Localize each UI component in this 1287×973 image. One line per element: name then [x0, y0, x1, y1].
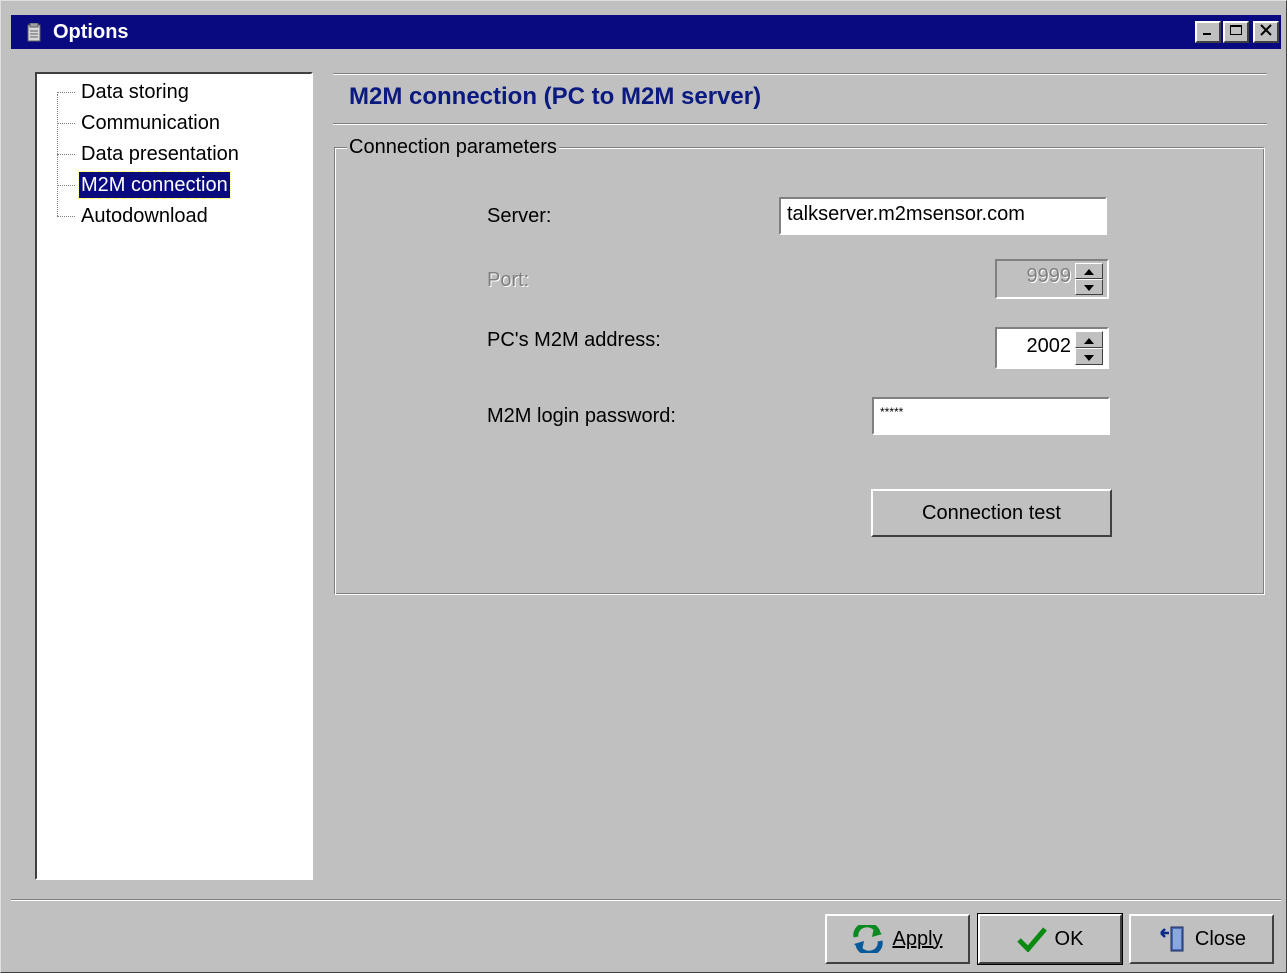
close-window-button[interactable]	[1253, 21, 1279, 43]
address-value: 2002	[1026, 335, 1072, 357]
refresh-icon	[852, 925, 884, 953]
tree-branch	[57, 92, 75, 93]
tree-item-label: Data presentation	[81, 143, 239, 165]
minimize-icon	[1201, 23, 1215, 41]
caret-down-icon	[1084, 278, 1094, 296]
options-tree[interactable]: Data storing Communication Data presenta…	[35, 72, 313, 880]
tree-item-label: Data storing	[81, 81, 189, 103]
window-title: Options	[53, 21, 129, 43]
checkmark-icon	[1016, 926, 1047, 952]
ok-label: OK	[1054, 927, 1084, 950]
app-icon	[25, 22, 43, 42]
address-spinner[interactable]: 2002	[995, 327, 1109, 369]
minimize-button[interactable]	[1195, 21, 1221, 43]
password-input[interactable]: *****	[872, 397, 1110, 435]
caret-down-icon	[1084, 348, 1094, 366]
tree-branch	[57, 216, 75, 217]
ok-button[interactable]: OK	[977, 913, 1123, 965]
connection-test-button[interactable]: Connection test	[871, 489, 1112, 537]
tree-item-label: Autodownload	[81, 205, 208, 227]
address-label: PC's M2M address:	[487, 329, 661, 351]
server-input[interactable]: talkserver.m2msensor.com	[779, 197, 1107, 235]
close-icon	[1259, 23, 1273, 41]
port-spinner: 9999	[995, 259, 1109, 299]
address-down-button[interactable]	[1075, 348, 1103, 365]
page-title: M2M connection (PC to M2M server)	[349, 83, 762, 110]
close-button[interactable]: Close	[1129, 914, 1274, 964]
tree-connector	[57, 94, 58, 216]
address-up-button[interactable]	[1075, 331, 1103, 348]
header-divider-bottom	[333, 123, 1267, 125]
group-legend: Connection parameters	[347, 136, 559, 159]
tree-branch	[57, 154, 75, 155]
caret-up-icon	[1084, 331, 1094, 349]
apply-label: Apply	[892, 927, 943, 950]
connection-test-label: Connection test	[922, 501, 1061, 524]
footer-divider	[11, 899, 1281, 901]
port-up-button	[1075, 263, 1103, 279]
header-divider-top	[333, 73, 1267, 75]
port-label: Port:	[487, 269, 530, 291]
maximize-button[interactable]	[1223, 21, 1249, 43]
apply-button[interactable]: Apply	[825, 914, 970, 964]
title-bar[interactable]: Options	[11, 15, 1281, 49]
options-window: Options Data storing Communication Data …	[0, 0, 1287, 973]
tree-item-label: M2M connection	[78, 171, 231, 199]
port-value: 9999	[1026, 265, 1072, 287]
exit-door-icon	[1157, 925, 1187, 953]
port-down-button	[1075, 279, 1103, 295]
tree-branch	[57, 185, 75, 186]
close-label: Close	[1194, 927, 1247, 950]
password-label: M2M login password:	[487, 405, 676, 427]
tree-branch	[57, 123, 75, 124]
server-label: Server:	[487, 205, 552, 227]
maximize-icon	[1229, 23, 1243, 41]
tree-item-label: Communication	[81, 112, 220, 134]
